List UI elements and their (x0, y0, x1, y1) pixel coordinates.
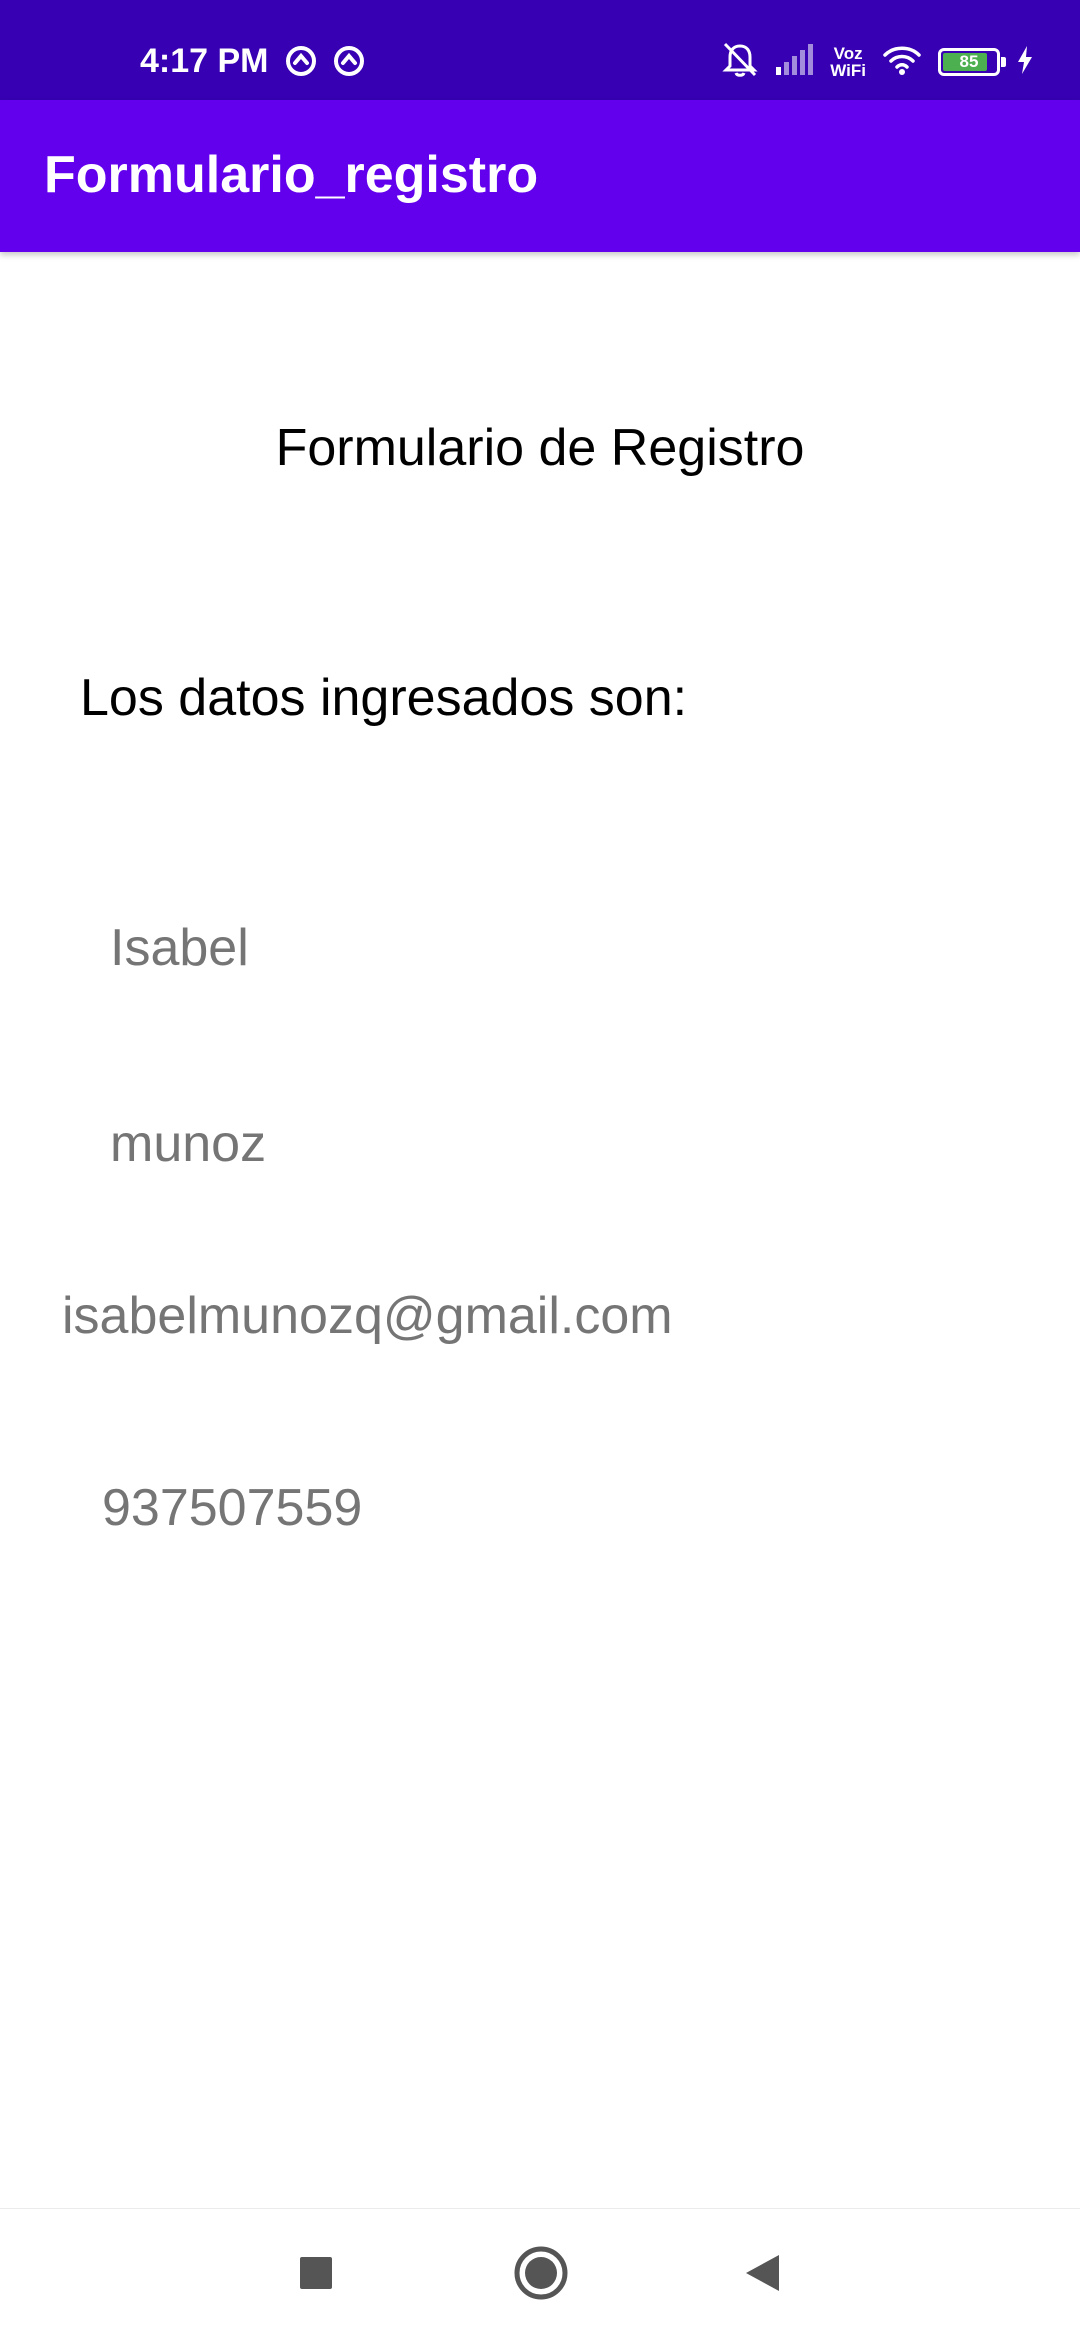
back-button[interactable] (702, 2209, 822, 2341)
status-time: 4:17 PM (140, 42, 269, 80)
recents-icon (299, 2256, 333, 2295)
home-icon (513, 2245, 569, 2306)
back-icon (743, 2253, 781, 2298)
vowifi-indicator: Voz WiFi (830, 45, 866, 79)
vowifi-line-2: WiFi (830, 61, 866, 80)
data-heading: Los datos ingresados son: (80, 669, 688, 727)
notification-icon (284, 44, 318, 83)
form-title: Formulario de Registro (275, 419, 805, 477)
status-system-icons: Voz WiFi 85 (722, 38, 1034, 86)
wifi-icon (882, 44, 922, 81)
charging-bolt-icon (1016, 45, 1034, 80)
vowifi-line-1: Voz (833, 44, 863, 63)
navigation-bar (0, 2208, 1080, 2341)
signal-icon (774, 43, 814, 82)
first-name-value: Isabel (110, 919, 249, 977)
app-bar: Formulario_registro (0, 100, 1080, 252)
phone-value: 937507559 (102, 1479, 363, 1537)
status-bar: 4:17 PM Voz WiFi 85 (0, 0, 1080, 100)
mute-bell-icon (722, 41, 758, 84)
battery-cap (1001, 57, 1006, 67)
notification-icon (332, 44, 366, 83)
recents-button[interactable] (256, 2209, 376, 2341)
email-value: isabelmunozq@gmail.com (62, 1287, 673, 1345)
battery-level: 85 (959, 52, 979, 71)
last-name-value: munoz (110, 1115, 267, 1173)
app-title: Formulario_registro (44, 146, 539, 204)
home-button[interactable] (481, 2209, 601, 2341)
status-notification-icons (284, 44, 366, 83)
battery-indicator: 85 (938, 48, 1006, 76)
